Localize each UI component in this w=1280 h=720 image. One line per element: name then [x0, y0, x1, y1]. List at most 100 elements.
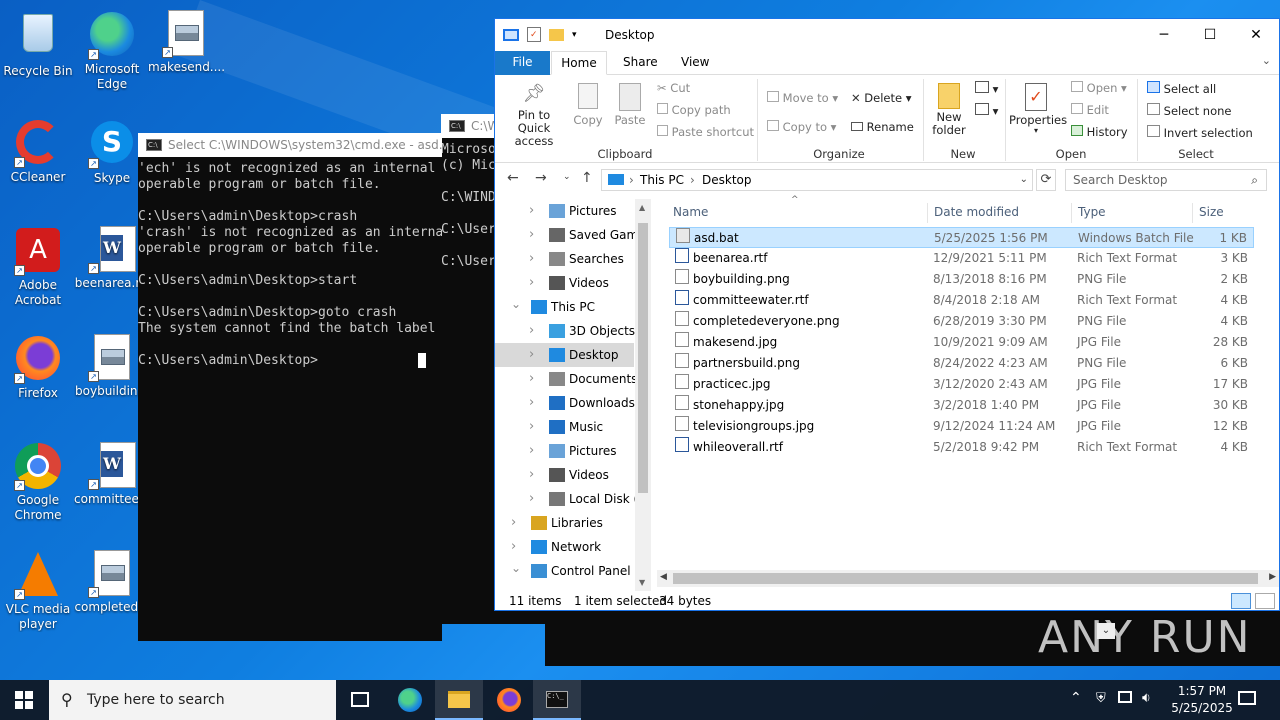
- up-icon[interactable]: ↑: [581, 170, 593, 186]
- address-bar[interactable]: › This PC › Desktop ⌄: [601, 169, 1033, 191]
- large-icons-view-icon[interactable]: [1255, 593, 1275, 609]
- copy-path-button[interactable]: Copy path: [657, 103, 731, 117]
- search-input[interactable]: Search Desktop ⌕: [1065, 169, 1267, 191]
- edit-button[interactable]: Edit: [1071, 103, 1109, 117]
- history-button[interactable]: History: [1071, 125, 1128, 139]
- file-row[interactable]: whileoverall.rtf 5/2/2018 9:42 PM Rich Tex…: [669, 437, 1254, 458]
- desktop-icon-microsoft-edge[interactable]: ↗ Microsoft Edge: [74, 10, 150, 92]
- invert-selection-button[interactable]: Invert selection: [1147, 125, 1253, 140]
- copy-to-button[interactable]: Copy to ▾: [767, 120, 836, 134]
- file-list-scroll-thumb[interactable]: [673, 573, 1258, 584]
- taskbar-firefox[interactable]: [485, 680, 533, 720]
- cmd-window-front[interactable]: C:\ Select C:\WINDOWS\system32\cmd.exe -…: [138, 133, 442, 641]
- chevron-down-icon[interactable]: ⌄: [511, 292, 521, 316]
- column-header-name[interactable]: Name: [673, 205, 708, 219]
- column-header-date[interactable]: Date modified: [934, 205, 1019, 219]
- select-none-button[interactable]: Select none: [1147, 103, 1231, 118]
- file-row[interactable]: boybuilding.png 8/13/2018 8:16 PM PNG File…: [669, 269, 1254, 290]
- navigation-scrollbar[interactable]: ▲ ▼: [635, 199, 651, 591]
- new-folder-qa-icon[interactable]: [549, 28, 564, 41]
- clock-date[interactable]: 5/25/2025: [1168, 701, 1236, 715]
- notification-icon[interactable]: [1238, 691, 1256, 705]
- nav-item[interactable]: › Documents: [495, 367, 637, 391]
- nav-item[interactable]: › Pictures: [495, 199, 635, 223]
- easy-access-button[interactable]: ▾: [975, 103, 998, 118]
- file-row[interactable]: practicec.jpg 3/12/2020 2:43 AM JPG File 17…: [669, 374, 1254, 395]
- nav-item[interactable]: › Desktop: [495, 343, 634, 367]
- chevron-right-icon[interactable]: ›: [529, 271, 534, 295]
- nav-item[interactable]: › Music: [495, 415, 635, 439]
- address-dropdown-icon[interactable]: ⌄: [1020, 170, 1028, 190]
- file-row[interactable]: stonehappy.jpg 3/2/2018 1:40 PM JPG File 30…: [669, 395, 1254, 416]
- nav-item[interactable]: › Saved Games: [495, 223, 650, 247]
- open-button[interactable]: Open ▾: [1071, 81, 1127, 95]
- chevron-right-icon[interactable]: ›: [511, 511, 516, 535]
- desktop-icon-ccleaner[interactable]: ↗ CCleaner: [0, 118, 76, 185]
- desktop-icon-adobe-acrobat[interactable]: A ↗ Adobe Acrobat: [0, 226, 76, 308]
- start-button[interactable]: [0, 680, 48, 720]
- nav-item[interactable]: › Libraries: [495, 511, 635, 535]
- select-all-button[interactable]: Select all: [1147, 81, 1216, 96]
- cut-button[interactable]: ✂ Cut: [657, 81, 690, 95]
- file-row[interactable]: partnersbuild.png 8/24/2022 4:23 AM PNG Fi…: [669, 353, 1254, 374]
- chevron-right-icon[interactable]: ›: [529, 319, 534, 343]
- refresh-icon[interactable]: ⟳: [1036, 169, 1056, 191]
- taskbar-file-explorer[interactable]: [435, 680, 483, 720]
- scroll-down-icon[interactable]: ▼: [639, 578, 645, 587]
- chevron-right-icon[interactable]: ›: [529, 247, 534, 271]
- back-icon[interactable]: ←: [507, 170, 519, 186]
- tray-overflow-icon[interactable]: ⌃: [1070, 690, 1082, 706]
- delete-button[interactable]: ✕ Delete ▾: [851, 91, 912, 105]
- tab-home[interactable]: Home: [551, 51, 607, 75]
- file-explorer-window[interactable]: ✓ ▾ Desktop ─ ☐ ✕ File Home Share View ⌄…: [494, 18, 1280, 611]
- forward-icon[interactable]: →: [535, 170, 547, 186]
- taskbar-edge[interactable]: [386, 680, 434, 720]
- maximize-button[interactable]: ☐: [1187, 19, 1233, 51]
- file-row[interactable]: completedeveryone.png 6/28/2019 3:30 PM PN…: [669, 311, 1254, 332]
- file-row[interactable]: asd.bat 5/25/2025 1:56 PM Windows Batch Fi…: [669, 227, 1254, 248]
- move-to-button[interactable]: Move to ▾: [767, 91, 838, 105]
- tab-file[interactable]: File: [495, 51, 550, 75]
- file-row[interactable]: televisiongroups.jpg 9/12/2024 11:24 AM JP…: [669, 416, 1254, 437]
- desktop-icon-google-chrome[interactable]: ↗ Google Chrome: [0, 442, 76, 523]
- nav-item[interactable]: ⌄ This PC: [495, 295, 635, 319]
- tab-share[interactable]: Share: [623, 51, 658, 75]
- task-view-button[interactable]: [336, 680, 384, 720]
- nav-item[interactable]: › Searches: [495, 247, 635, 271]
- desktop-icon-firefox[interactable]: ↗ Firefox: [0, 334, 76, 401]
- nav-item[interactable]: › Downloads: [495, 391, 635, 415]
- properties-qa-icon[interactable]: ✓: [527, 27, 541, 42]
- cmd-front-titlebar[interactable]: C:\ Select C:\WINDOWS\system32\cmd.exe -…: [138, 133, 442, 157]
- nav-item[interactable]: ⌄ Control Panel: [495, 559, 635, 583]
- file-row[interactable]: makesend.jpg 10/9/2021 9:09 AM JPG File 28 …: [669, 332, 1254, 353]
- scroll-left-icon[interactable]: ◀: [660, 572, 667, 582]
- desktop-icon-recycle-bin[interactable]: Recycle Bin: [0, 10, 76, 79]
- network-icon[interactable]: [1118, 691, 1132, 703]
- file-row[interactable]: beenarea.rtf 12/9/2021 5:11 PM Rich Text F…: [669, 248, 1254, 269]
- breadcrumb-this-pc[interactable]: This PC: [640, 170, 684, 190]
- new-item-button[interactable]: ▾: [975, 81, 998, 96]
- desktop-icon-makesend[interactable]: ↗ makesend....: [148, 10, 224, 75]
- security-icon[interactable]: ⛨: [1096, 691, 1106, 706]
- chevron-right-icon[interactable]: ›: [529, 343, 534, 367]
- chevron-down-icon[interactable]: ⌄: [511, 556, 521, 580]
- chevron-right-icon[interactable]: ›: [529, 223, 534, 247]
- navigation-scroll-thumb[interactable]: [638, 223, 648, 493]
- breadcrumb-desktop[interactable]: Desktop: [702, 170, 752, 190]
- nav-item[interactable]: › Local Disk (C:): [495, 487, 650, 511]
- close-button[interactable]: ✕: [1233, 19, 1279, 51]
- taskbar-cmd[interactable]: C:\_: [533, 680, 581, 720]
- minimize-button[interactable]: ─: [1141, 19, 1187, 51]
- chevron-right-icon[interactable]: ›: [529, 463, 534, 487]
- rename-button[interactable]: Rename: [851, 120, 914, 134]
- column-header-type[interactable]: Type: [1078, 205, 1106, 219]
- chevron-right-icon[interactable]: ›: [529, 367, 534, 391]
- paste-button[interactable]: Paste: [613, 83, 647, 127]
- tab-view[interactable]: View: [681, 51, 709, 75]
- file-row[interactable]: committeewater.rtf 8/4/2018 2:18 AM Rich T…: [669, 290, 1254, 311]
- nav-item[interactable]: › Videos: [495, 463, 635, 487]
- volume-icon[interactable]: 🔉︎: [1142, 690, 1151, 706]
- new-folder-button[interactable]: New folder: [931, 83, 967, 137]
- scroll-up-icon[interactable]: ▲: [639, 203, 645, 212]
- explorer-titlebar[interactable]: ✓ ▾ Desktop ─ ☐ ✕: [495, 19, 1279, 51]
